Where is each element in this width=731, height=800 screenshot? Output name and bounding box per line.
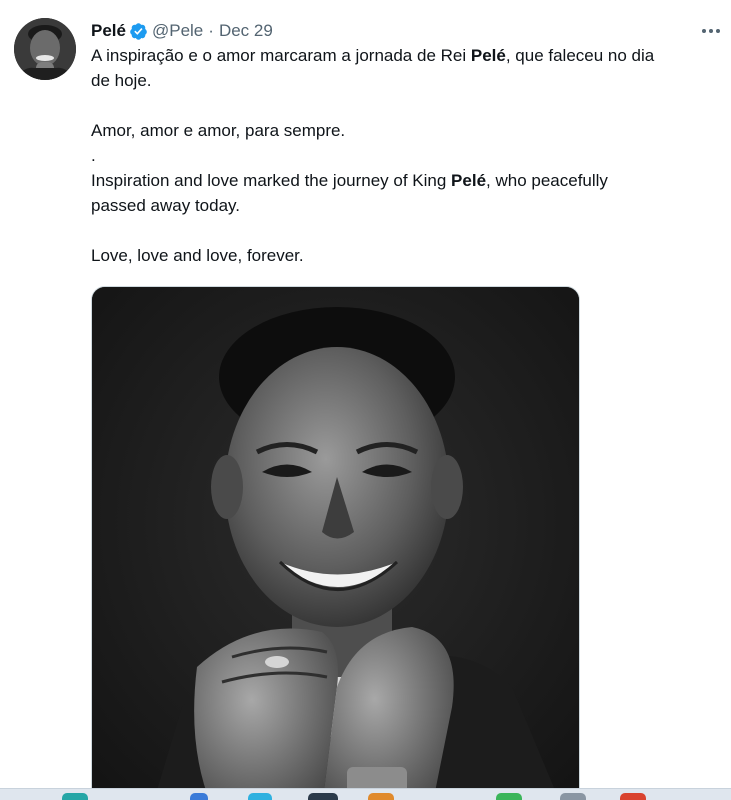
verified-badge-icon [130,22,147,40]
photo-icon [92,287,579,800]
taskbar-app-orange-icon[interactable] [368,793,394,800]
text-segment: , who peacefully [486,171,608,190]
bold-name: Pelé [451,171,487,190]
bold-name: Pelé [470,46,506,65]
text-line: . [91,146,96,165]
tweet-header: Pelé @Pele · Dec 29 [91,20,273,42]
text-line: Amor, amor e amor, para sempre. [91,121,346,140]
text-line: passed away today. [91,196,240,215]
taskbar-app-teal-icon[interactable] [62,793,88,800]
taskbar-app-dark-icon[interactable] [308,793,338,800]
avatar-photo-icon [14,18,76,80]
header-separator: · [208,21,214,40]
taskbar-app-green-icon[interactable] [496,793,522,800]
tweet[interactable]: Pelé @Pele · Dec 29 A inspiração e o amo… [0,0,731,800]
text-line: de hoje. [91,71,152,90]
text-line: Inspiration and love marked the journey … [91,168,721,193]
taskbar-app-gray-icon[interactable] [560,793,586,800]
more-dot [702,29,706,33]
tweet-date[interactable]: Dec 29 [219,21,273,41]
author-avatar[interactable] [14,18,76,80]
taskbar [0,788,731,800]
tweet-media[interactable] [91,286,580,800]
taskbar-app-blue-icon[interactable] [190,793,208,800]
text-segment: A inspiração e o amor marcaram a jornada… [91,46,471,65]
more-dot [709,29,713,33]
text-line: Love, love and love, forever. [91,246,304,265]
more-options-icon[interactable] [698,20,724,42]
author-handle[interactable]: @Pele [152,21,203,41]
text-line: A inspiração e o amor marcaram a jornada… [91,43,721,68]
text-segment: Inspiration and love marked the journey … [91,171,452,190]
taskbar-app-red-icon[interactable] [620,793,646,800]
taskbar-app-cyan-icon[interactable] [248,793,272,800]
tweet-text: A inspiração e o amor marcaram a jornada… [91,43,721,268]
text-segment: , que faleceu no dia [505,46,655,65]
more-dot [716,29,720,33]
author-name[interactable]: Pelé [91,21,126,41]
